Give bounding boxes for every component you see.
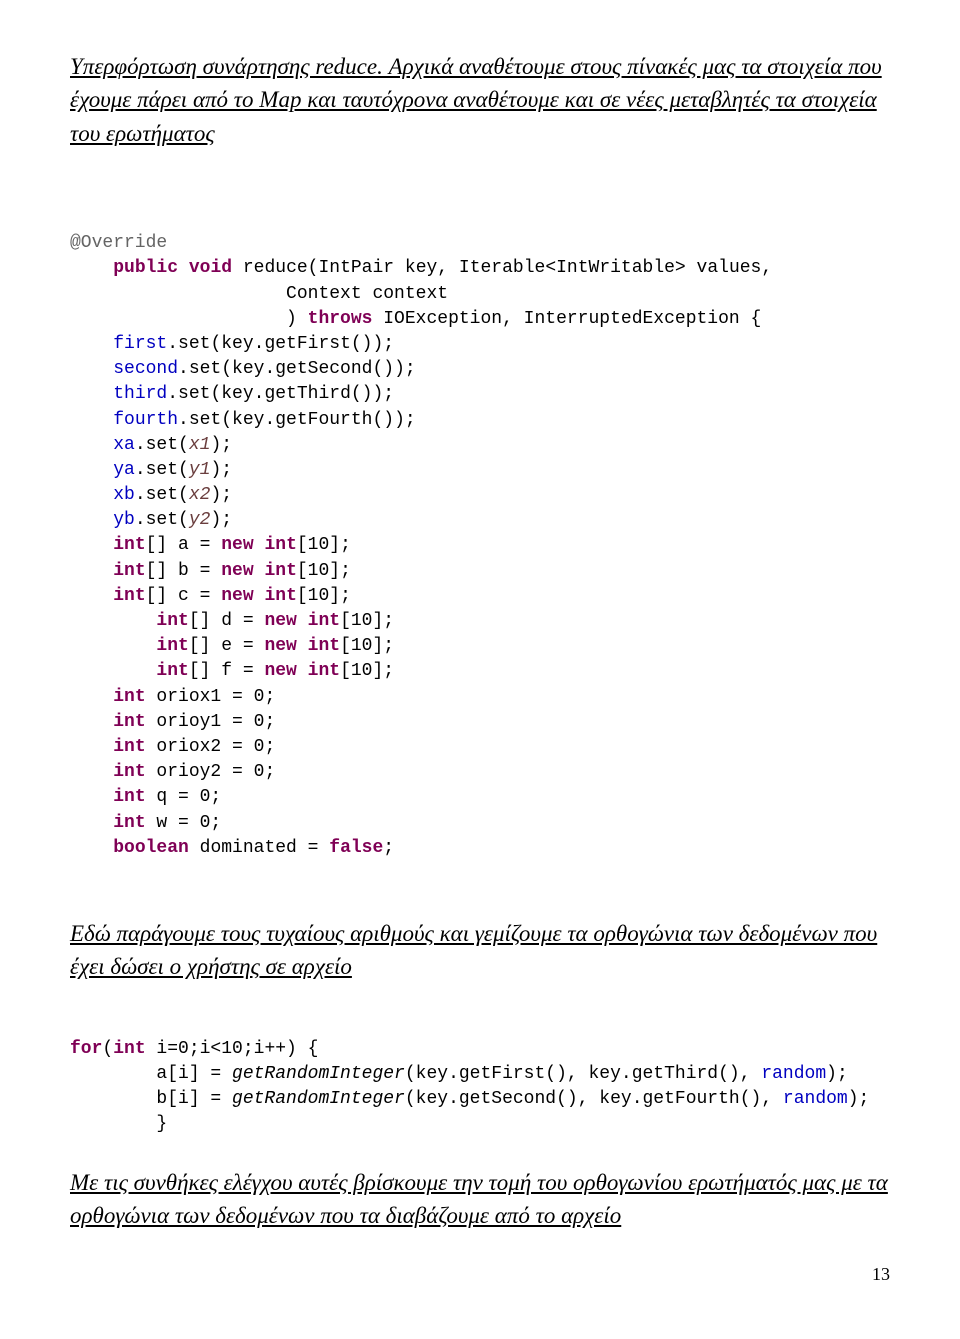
var-x1: x1 bbox=[189, 435, 211, 455]
paren-close: ); bbox=[826, 1064, 848, 1084]
decl-q: q = 0; bbox=[146, 787, 222, 807]
decl-oriox2: oriox2 = 0; bbox=[146, 737, 276, 757]
code-block-reduce: @Override public void reduce(IntPair key… bbox=[70, 206, 890, 861]
arr-size-10: [10]; bbox=[340, 636, 394, 656]
kw-boolean: boolean bbox=[113, 838, 189, 858]
kw-new: new bbox=[221, 586, 253, 606]
args-b: (key.getSecond(), key.getFourth(), bbox=[405, 1089, 783, 1109]
kw-throws: throws bbox=[308, 309, 373, 329]
kw-int: int bbox=[113, 586, 145, 606]
annotation-override: @Override bbox=[70, 233, 167, 253]
call-getthird: .set(key.getThird()); bbox=[167, 384, 394, 404]
assign-bi: b[i] = bbox=[70, 1089, 232, 1109]
decl-e: [] e = bbox=[189, 636, 265, 656]
kw-int: int bbox=[113, 712, 145, 732]
arr-size-10: [10]; bbox=[297, 561, 351, 581]
kw-void: void bbox=[189, 258, 232, 278]
kw-int: int bbox=[156, 661, 188, 681]
kw-int: int bbox=[264, 561, 296, 581]
call-set: .set( bbox=[135, 435, 189, 455]
method-sig-line2: Context context bbox=[70, 284, 448, 304]
call-set: .set( bbox=[135, 510, 189, 530]
field-yb: yb bbox=[113, 510, 135, 530]
closing-brace: } bbox=[70, 1114, 167, 1134]
paren-close: ); bbox=[848, 1089, 870, 1109]
call-set: .set( bbox=[135, 460, 189, 480]
arr-size-10: [10]; bbox=[340, 611, 394, 631]
field-xb: xb bbox=[113, 485, 135, 505]
call-getsecond: .set(key.getSecond()); bbox=[178, 359, 416, 379]
kw-new: new bbox=[264, 611, 296, 631]
field-random: random bbox=[761, 1064, 826, 1084]
call-getfourth: .set(key.getFourth()); bbox=[178, 410, 416, 430]
paren-close: ); bbox=[210, 460, 232, 480]
method-sig-line1: reduce(IntPair key, Iterable<IntWritable… bbox=[232, 258, 772, 278]
decl-f: [] f = bbox=[189, 661, 265, 681]
var-y2: y2 bbox=[189, 510, 211, 530]
kw-int: int bbox=[113, 787, 145, 807]
kw-int: int bbox=[113, 1039, 145, 1059]
kw-int: int bbox=[113, 813, 145, 833]
decl-a: [] a = bbox=[146, 535, 222, 555]
field-xa: xa bbox=[113, 435, 135, 455]
arr-size-10: [10]; bbox=[340, 661, 394, 681]
paren-close: ); bbox=[210, 435, 232, 455]
kw-new: new bbox=[264, 636, 296, 656]
decl-d: [] d = bbox=[189, 611, 265, 631]
field-random: random bbox=[783, 1089, 848, 1109]
decl-dominated: dominated = bbox=[189, 838, 329, 858]
method-sig-line3c: IOException, InterruptedException { bbox=[372, 309, 761, 329]
var-y1: y1 bbox=[189, 460, 211, 480]
call-set: .set( bbox=[135, 485, 189, 505]
kw-public: public bbox=[113, 258, 178, 278]
field-second: second bbox=[113, 359, 178, 379]
assign-ai: a[i] = bbox=[70, 1064, 232, 1084]
intro-paragraph-1: Υπερφόρτωση συνάρτησης reduce. Αρχικά αν… bbox=[70, 50, 890, 150]
kw-new: new bbox=[221, 561, 253, 581]
intro-paragraph-2: Εδώ παράγουμε τους τυχαίους αριθμούς και… bbox=[70, 917, 890, 984]
method-sig-line3a: ) bbox=[70, 309, 308, 329]
kw-int: int bbox=[308, 636, 340, 656]
decl-orioy1: orioy1 = 0; bbox=[146, 712, 276, 732]
kw-int: int bbox=[113, 737, 145, 757]
for-open: ( bbox=[102, 1039, 113, 1059]
paren-close: ); bbox=[210, 485, 232, 505]
kw-int: int bbox=[156, 636, 188, 656]
field-ya: ya bbox=[113, 460, 135, 480]
fn-getrandominteger: getRandomInteger bbox=[232, 1089, 405, 1109]
kw-int: int bbox=[264, 586, 296, 606]
intro-paragraph-3: Με τις συνθήκες ελέγχου αυτές βρίσκουμε … bbox=[70, 1166, 890, 1233]
kw-int: int bbox=[308, 661, 340, 681]
code-block-for-random: for(int i=0;i<10;i++) { a[i] = getRandom… bbox=[70, 1012, 890, 1138]
args-a: (key.getFirst(), key.getThird(), bbox=[405, 1064, 761, 1084]
kw-int: int bbox=[156, 611, 188, 631]
arr-size-10: [10]; bbox=[297, 535, 351, 555]
decl-w: w = 0; bbox=[146, 813, 222, 833]
paren-close: ); bbox=[210, 510, 232, 530]
decl-oriox1: oriox1 = 0; bbox=[146, 687, 276, 707]
decl-b: [] b = bbox=[146, 561, 222, 581]
field-fourth: fourth bbox=[113, 410, 178, 430]
call-getfirst: .set(key.getFirst()); bbox=[167, 334, 394, 354]
kw-int: int bbox=[113, 762, 145, 782]
field-first: first bbox=[113, 334, 167, 354]
kw-for: for bbox=[70, 1039, 102, 1059]
field-third: third bbox=[113, 384, 167, 404]
kw-new: new bbox=[264, 661, 296, 681]
kw-int: int bbox=[113, 561, 145, 581]
kw-new: new bbox=[221, 535, 253, 555]
for-head: i=0;i<10;i++) { bbox=[146, 1039, 319, 1059]
kw-false: false bbox=[329, 838, 383, 858]
decl-c: [] c = bbox=[146, 586, 222, 606]
arr-size-10: [10]; bbox=[297, 586, 351, 606]
page-number: 13 bbox=[70, 1262, 890, 1286]
kw-int: int bbox=[308, 611, 340, 631]
kw-int: int bbox=[264, 535, 296, 555]
kw-int: int bbox=[113, 535, 145, 555]
kw-int: int bbox=[113, 687, 145, 707]
var-x2: x2 bbox=[189, 485, 211, 505]
fn-getrandominteger: getRandomInteger bbox=[232, 1064, 405, 1084]
decl-orioy2: orioy2 = 0; bbox=[146, 762, 276, 782]
